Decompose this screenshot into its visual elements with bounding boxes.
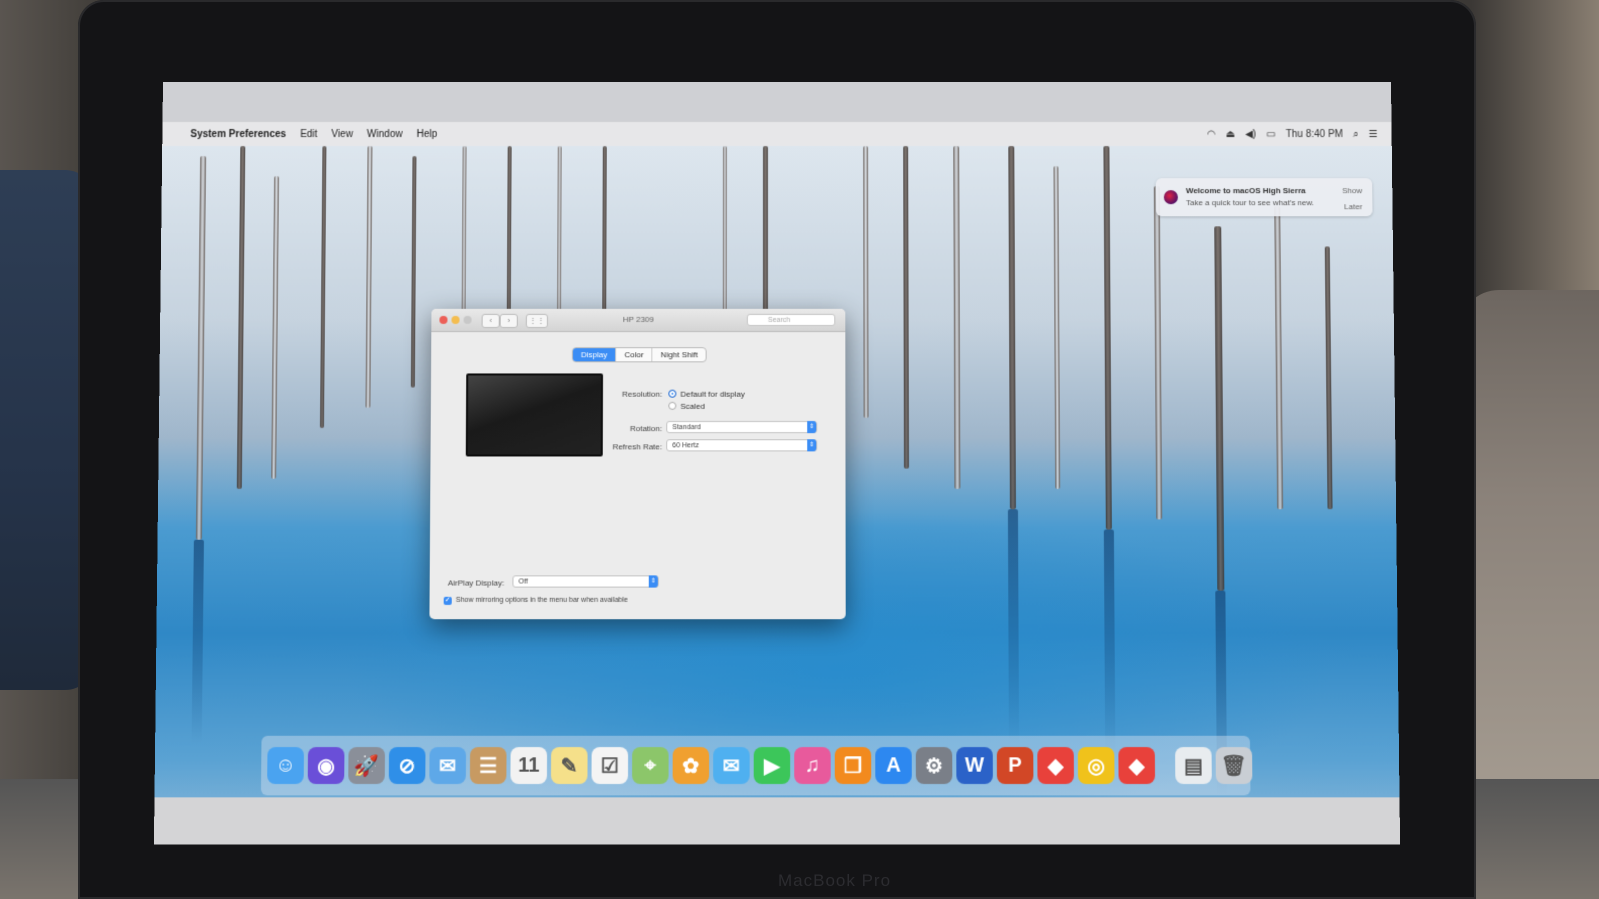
reflection [1007,509,1020,744]
tree [863,146,869,418]
ibooks-icon[interactable]: ❒ [834,747,872,785]
menu-bar: System Preferences Edit View Window Help… [162,122,1392,147]
bezel-label: MacBook Pro [778,871,892,890]
trash-icon[interactable]: 🗑 [1215,747,1253,785]
dock: ☺ ◉ 🚀 ⊘ ✉ ☰ 11 ✎ ☑ ⌖ ✿ ✉ ▶ ♫ ❒ A ⚙ W P ◆ ◎ ◆ ▤ 🗑 [260,735,1253,796]
status-area: ◠ ⏏ ◀) ▭ Thu 8:40 PM ⌕ ☰ [1207,122,1378,146]
battery-icon[interactable]: ▭ [1266,129,1276,140]
reminders-icon[interactable]: ☑ [591,747,629,785]
word-icon[interactable]: W [956,747,993,785]
messages-icon[interactable]: ✉ [713,747,750,785]
powerpoint-icon[interactable]: P [996,747,1034,785]
notification-body: Take a quick tour to see what's new. [1185,198,1315,208]
menu-view[interactable]: View [331,129,353,140]
notification-title: Welcome to macOS High Sierra [1185,186,1306,196]
wifi-icon[interactable]: ◠ [1207,129,1216,140]
search-field[interactable]: Search [746,313,836,327]
tree [1008,146,1016,510]
photos-icon[interactable]: ✿ [672,747,710,785]
tab-night-shift[interactable]: Night Shift [653,348,706,361]
refresh-rate-label: Refresh Rate: [612,442,663,452]
tree [319,146,327,429]
notification-show-button[interactable]: Show [1342,186,1362,195]
tree [365,146,373,408]
menu-clock[interactable]: Thu 8:40 PM [1286,129,1343,140]
display-preferences-window: ‹ › ⋮⋮ HP 2309 Search Display Color Nigh… [429,308,846,620]
radio-scaled-label[interactable]: Scaled [680,402,705,411]
notes-icon[interactable]: ✎ [550,747,588,785]
app-store-icon[interactable]: A [875,747,912,785]
launchpad-icon[interactable]: 🚀 [348,747,386,785]
tree [410,156,417,388]
search-icon[interactable]: ⌕ [1353,129,1359,140]
notification-later-button[interactable]: Later [1344,202,1362,211]
mail-icon[interactable]: ✉ [429,747,467,785]
notification-banner[interactable]: Welcome to macOS High Sierra Take a quic… [1155,178,1373,217]
mirroring-label[interactable]: Show mirroring options in the menu bar w… [456,597,628,604]
tree [236,146,246,489]
tree [1053,166,1061,489]
metal-bowl [1459,290,1599,810]
reflection [1103,529,1116,755]
refresh-rate-value: 60 Hertz [672,442,699,450]
menu-app-name[interactable]: System Preferences [190,129,286,140]
tab-display[interactable]: Display [572,348,617,362]
anydesk-2-icon[interactable]: ◆ [1118,747,1156,785]
menu-window[interactable]: Window [367,129,403,140]
system-preferences-icon[interactable]: ⚙ [915,747,953,785]
radio-scaled[interactable] [668,401,677,410]
siri-icon[interactable]: ◉ [307,747,345,785]
airplay-label: AirPlay Display: [447,578,505,588]
anydesk-icon[interactable]: ◆ [1037,747,1074,785]
menu-help[interactable]: Help [417,129,438,140]
menu-edit[interactable]: Edit [300,129,317,140]
chevron-updown-icon: ⇕ [648,575,658,588]
airplay-select[interactable]: Off ⇕ [512,575,659,588]
screen-bottom [153,797,1401,845]
tree [953,146,961,489]
mirroring-checkbox[interactable]: ✓ [443,596,452,605]
finder-icon[interactable]: ☺ [267,747,304,785]
rotation-label: Rotation: [629,424,663,434]
facetime-icon[interactable]: ▶ [753,747,791,785]
tree [722,146,727,317]
tree [271,176,280,479]
tree [1214,226,1225,591]
tab-color[interactable]: Color [616,348,653,362]
itunes-icon[interactable]: ♫ [794,747,831,785]
airplay-value: Off [518,578,528,586]
tree [903,146,909,469]
calendar-icon[interactable]: 11 [510,747,548,785]
resolution-label: Resolution: [622,389,663,399]
tree [602,146,607,328]
maps-icon[interactable]: ⌖ [632,747,669,785]
tree [1153,186,1163,520]
window-titlebar[interactable]: ‹ › ⋮⋮ HP 2309 Search [431,308,846,333]
rotation-select[interactable]: Standard ⇕ [666,421,818,434]
list-icon[interactable]: ☰ [1369,129,1378,140]
tree [1103,146,1112,530]
radio-default[interactable] [668,389,677,398]
safari-icon[interactable]: ⊘ [388,747,426,785]
screen: System Preferences Edit View Window Help… [153,82,1401,845]
contacts-icon[interactable]: ☰ [469,747,507,785]
volume-icon[interactable]: ◀) [1245,129,1256,140]
radio-default-label[interactable]: Default for display [680,390,744,399]
document-icon[interactable]: ▤ [1175,747,1212,785]
chevron-updown-icon: ⇕ [807,421,817,434]
chevron-updown-icon: ⇕ [807,439,817,452]
reflection [191,539,204,744]
refresh-rate-select[interactable]: 60 Hertz ⇕ [666,439,818,452]
chrome-icon[interactable]: ◎ [1077,747,1115,785]
macos-icon [1163,190,1178,205]
tab-bar: Display Color Night Shift [571,347,707,363]
eject-icon[interactable]: ⏏ [1226,129,1236,140]
tree [195,156,207,540]
rotation-value: Standard [672,424,701,432]
tree [1274,206,1284,510]
tree [1324,246,1333,510]
